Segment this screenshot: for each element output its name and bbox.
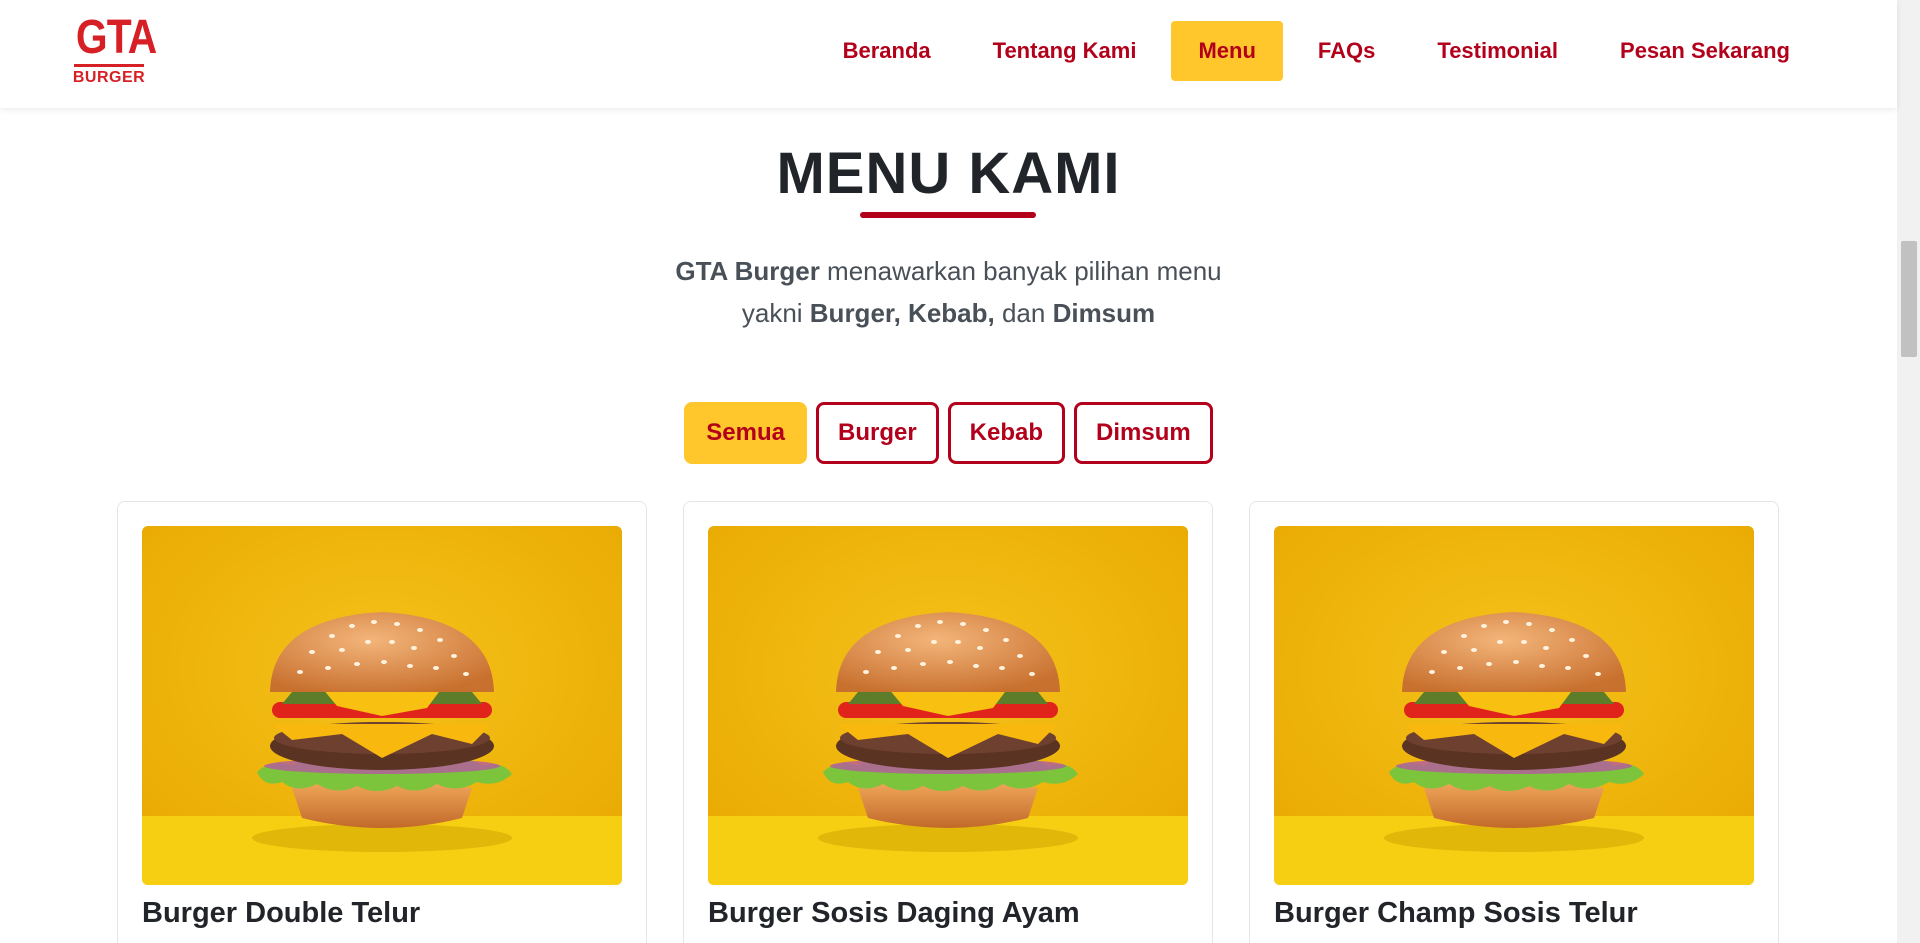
logo-text: GTA — [75, 11, 157, 64]
nav-link-tentang-kami[interactable]: Tentang Kami — [966, 21, 1164, 81]
lead-item-kebab: Kebab, — [908, 298, 995, 328]
nav-link-menu[interactable]: Menu — [1171, 21, 1283, 81]
lead-item-dimsum: Dimsum — [1052, 298, 1156, 328]
section-title: MENU KAMI — [776, 141, 1121, 206]
logo-divider — [74, 64, 144, 67]
scrollbar-thumb[interactable] — [1901, 241, 1917, 357]
nav-link-testimonial[interactable]: Testimonial — [1410, 21, 1585, 81]
category-filters: Semua Burger Kebab Dimsum — [0, 402, 1897, 464]
nav-link-faqs[interactable]: FAQs — [1291, 21, 1402, 81]
lead-brand: GTA Burger — [675, 256, 820, 286]
product-card[interactable]: Burger Champ Sosis Telur — [1249, 501, 1779, 943]
product-name: Burger Sosis Daging Ayam — [708, 897, 1080, 929]
filter-button-burger[interactable]: Burger — [815, 402, 939, 464]
brand-logo[interactable]: GTA BURGER — [70, 11, 157, 90]
burger-image — [708, 526, 1188, 885]
product-name: Burger Double Telur — [142, 897, 421, 929]
section-description: GTA Burger menawarkan banyak pilihan men… — [0, 250, 1897, 334]
product-card[interactable]: Burger Sosis Daging Ayam — [683, 501, 1213, 943]
burger-image — [1274, 526, 1754, 885]
product-grid: Burger Double Telur Burger Sosis Daging … — [117, 501, 1779, 943]
filter-button-semua[interactable]: Semua — [684, 402, 807, 464]
product-card[interactable]: Burger Double Telur — [117, 501, 647, 943]
lead-text-3: dan — [994, 298, 1053, 328]
logo-subtext: BURGER — [72, 69, 146, 86]
page-scrollbar[interactable] — [1897, 0, 1920, 943]
filter-button-kebab[interactable]: Kebab — [947, 402, 1066, 464]
nav-menu: Beranda Tentang Kami Menu FAQs Testimoni… — [816, 21, 1817, 81]
lead-text-1: menawarkan banyak pilihan menu — [819, 256, 1222, 286]
product-name: Burger Champ Sosis Telur — [1274, 897, 1638, 929]
burger-image — [142, 526, 622, 885]
filter-button-dimsum[interactable]: Dimsum — [1074, 402, 1213, 464]
lead-text-2: yakni — [741, 298, 810, 328]
nav-link-beranda[interactable]: Beranda — [816, 21, 958, 81]
navbar: GTA BURGER Beranda Tentang Kami Menu FAQ… — [0, 0, 1897, 108]
lead-item-burger: Burger, — [809, 298, 901, 328]
title-underline — [860, 212, 1036, 218]
nav-link-pesan-sekarang[interactable]: Pesan Sekarang — [1593, 21, 1817, 81]
